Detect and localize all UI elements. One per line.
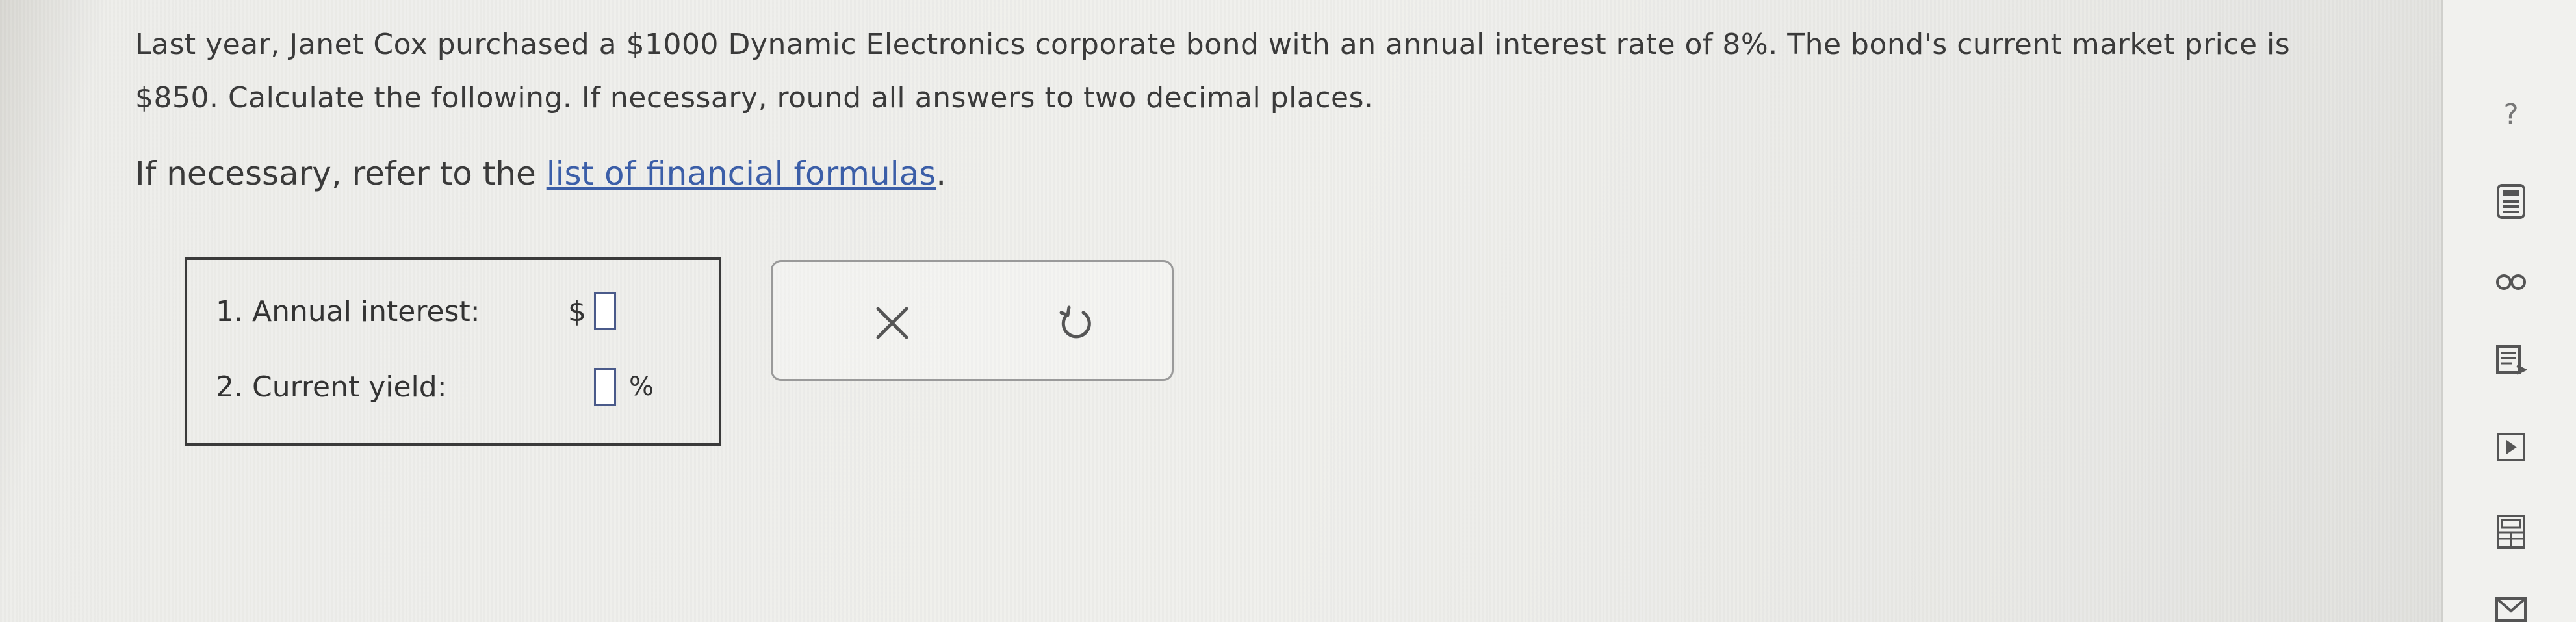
main-content: Last year, Janet Cox purchased a $1000 D… <box>0 0 2443 622</box>
current-yield-row: 2. Current yield: % <box>216 368 654 406</box>
current-yield-label: 2. Current yield: <box>216 370 447 404</box>
percent-sign: % <box>629 372 654 402</box>
right-sidebar: ? <box>2441 0 2576 622</box>
annual-interest-row: 1. Annual interest: $ <box>216 292 616 330</box>
answer-box: 1. Annual interest: $ 2. Current yield: … <box>185 257 721 446</box>
annual-interest-label: 1. Annual interest: <box>216 294 480 328</box>
help-icon[interactable]: ? <box>2493 96 2529 133</box>
question-line-2: $850. Calculate the following. If necess… <box>135 81 1374 114</box>
answer-tools <box>771 260 1174 381</box>
calculator-icon[interactable] <box>2493 183 2529 220</box>
question-text: Last year, Janet Cox purchased a $1000 D… <box>135 18 2384 125</box>
textbook-icon[interactable] <box>2493 342 2529 378</box>
video-icon[interactable] <box>2493 429 2529 465</box>
current-yield-input[interactable] <box>594 368 616 406</box>
formulas-prefix: If necessary, refer to the <box>135 155 547 192</box>
mail-icon[interactable] <box>2493 591 2529 622</box>
table-icon[interactable] <box>2493 513 2529 550</box>
dollar-sign: $ <box>568 294 586 328</box>
x-icon <box>876 307 908 339</box>
formulas-reference: If necessary, refer to the list of finan… <box>135 155 946 192</box>
undo-icon <box>1059 305 1091 339</box>
help-symbol: ? <box>2503 97 2519 131</box>
clear-button[interactable] <box>868 298 917 348</box>
financial-formulas-link[interactable]: list of financial formulas <box>547 155 936 192</box>
screen: Last year, Janet Cox purchased a $1000 D… <box>0 0 2576 622</box>
formulas-suffix: . <box>936 155 947 192</box>
undo-button[interactable] <box>1051 298 1100 348</box>
question-line-1: Last year, Janet Cox purchased a $1000 D… <box>135 28 2291 61</box>
annual-interest-input[interactable] <box>594 292 616 330</box>
glossary-icon[interactable] <box>2493 264 2529 300</box>
